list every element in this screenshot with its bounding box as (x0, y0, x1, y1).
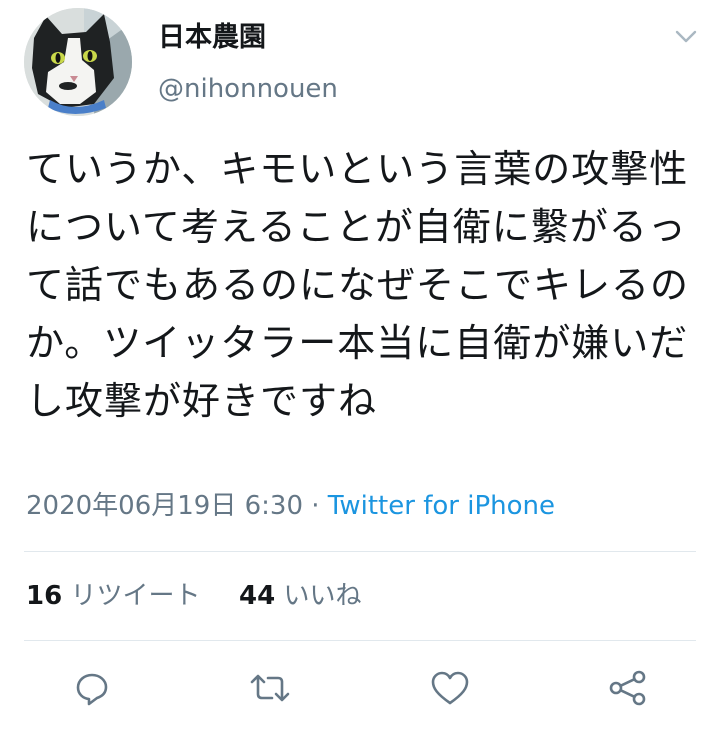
retweets-stat[interactable]: 16 リツイート (26, 581, 209, 611)
likes-stat[interactable]: 44 いいね (239, 581, 361, 611)
share-icon (609, 670, 646, 706)
tweet-detail: 日本農園 @nihonnouen ていうか、キモいという言葉の攻撃性について考え… (0, 0, 720, 732)
avatar[interactable] (24, 8, 132, 116)
divider (24, 640, 696, 641)
display-name[interactable]: 日本農園 (158, 20, 266, 56)
retweets-label: リツイート (70, 581, 201, 611)
tweet-meta: 2020年06月19日 6:30 · Twitter for iPhone (26, 488, 555, 524)
chevron-down-icon[interactable] (672, 26, 700, 48)
retweet-button[interactable] (248, 666, 292, 710)
like-button[interactable] (428, 666, 472, 710)
reply-button[interactable] (70, 666, 114, 710)
avatar-cat-image (24, 8, 132, 116)
tweet-source-link[interactable]: Twitter for iPhone (328, 491, 555, 521)
share-button[interactable] (606, 666, 650, 710)
tweet-text: ていうか、キモいという言葉の攻撃性について考えることが自衛に繫がるって話でもある… (26, 147, 690, 423)
meta-separator: · (311, 491, 320, 521)
retweet-icon (250, 674, 290, 702)
reply-icon (76, 673, 108, 706)
tweet-stats: 16 リツイート 44 いいね (26, 578, 361, 614)
retweets-count: 16 (26, 581, 63, 611)
divider (24, 551, 696, 552)
likes-label: いいね (283, 581, 362, 611)
tweet-timestamp[interactable]: 2020年06月19日 6:30 (26, 491, 303, 521)
user-handle[interactable]: @nihonnouen (158, 72, 338, 106)
likes-count: 44 (239, 581, 276, 611)
heart-icon (431, 671, 469, 705)
